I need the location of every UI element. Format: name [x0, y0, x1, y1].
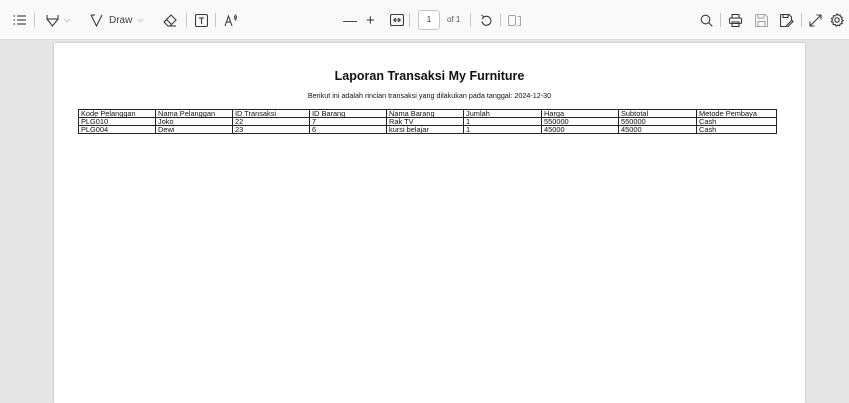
- toolbar-divider: [34, 13, 35, 27]
- toolbar-divider: [720, 13, 721, 27]
- save-button[interactable]: [755, 0, 768, 40]
- report-subtitle: Berikut ini adalah rincian transaksi yan…: [307, 91, 552, 100]
- text-box-icon: [195, 13, 208, 27]
- transactions-table: Kode Pelanggan Nama Pelanggan ID Transak…: [78, 109, 777, 134]
- chevron-down-icon: ⌵: [64, 15, 71, 24]
- column-header: Nama Pelanggan: [155, 109, 233, 118]
- table-cell: 23: [232, 125, 310, 134]
- fullscreen-button[interactable]: [809, 0, 822, 40]
- draw-button[interactable]: Draw ⌵: [90, 0, 143, 40]
- toolbar-divider: [470, 13, 471, 27]
- column-header: ID Transaksi: [232, 109, 310, 118]
- two-page-view-button[interactable]: [508, 0, 521, 40]
- eraser-icon: [163, 13, 177, 27]
- page-number-input[interactable]: 1: [418, 10, 440, 30]
- read-aloud-button[interactable]: [224, 0, 238, 40]
- table-cell: 6: [309, 125, 387, 134]
- table-header-row: Kode Pelanggan Nama Pelanggan ID Transak…: [78, 109, 777, 118]
- draw-pen-icon: [90, 13, 103, 27]
- rotate-button[interactable]: [480, 0, 493, 40]
- pdf-toolbar: ⌵ Draw ⌵ — + 1 of 1: [0, 0, 849, 40]
- gear-icon: [830, 13, 844, 27]
- expand-icon: [809, 13, 822, 27]
- column-header: Metode Pembaya: [696, 109, 777, 118]
- table-cell: Rak TV: [386, 117, 464, 126]
- save-icon: [755, 13, 768, 27]
- text-box-button[interactable]: [195, 0, 208, 40]
- print-button[interactable]: [729, 0, 742, 40]
- print-icon: [729, 13, 742, 27]
- table-cell: 550000: [541, 117, 619, 126]
- read-aloud-icon: [224, 13, 238, 26]
- table-cell: 45000: [541, 125, 619, 134]
- table-row: PLG010 Joko 22 7 Rak TV 1 550000 550000 …: [78, 117, 777, 126]
- table-cell: PLG004: [78, 125, 156, 134]
- chevron-down-icon: ⌵: [137, 15, 144, 24]
- search-icon: [700, 14, 713, 27]
- table-cell: 22: [232, 117, 310, 126]
- toolbar-divider: [186, 13, 187, 27]
- table-cell: kursi belajar: [386, 125, 464, 134]
- column-header: ID Barang: [309, 109, 387, 118]
- table-cell: 1: [463, 117, 542, 126]
- search-button[interactable]: [700, 0, 713, 40]
- zoom-out-button[interactable]: —: [343, 0, 357, 40]
- toolbar-divider: [215, 13, 216, 27]
- table-cell: Cash: [696, 125, 777, 134]
- column-header: Nama Barang: [386, 109, 464, 118]
- column-header: Kode Pelanggan: [78, 109, 156, 118]
- fit-to-page-icon: [390, 14, 404, 26]
- rotate-icon: [481, 14, 492, 26]
- toolbar-divider: [500, 13, 501, 27]
- column-header: Subtotal: [618, 109, 697, 118]
- table-cell: Joko: [155, 117, 233, 126]
- save-as-button[interactable]: [780, 0, 794, 40]
- draw-label: Draw: [109, 14, 133, 26]
- table-row: PLG004 Dewi 23 6 kursi belajar 1 45000 4…: [78, 125, 777, 134]
- zoom-in-button[interactable]: +: [366, 0, 375, 40]
- eraser-button[interactable]: [163, 0, 177, 40]
- contents-icon[interactable]: [13, 0, 27, 40]
- save-as-icon: [780, 13, 794, 27]
- table-cell: PLG010: [78, 117, 156, 126]
- report-title: Laporan Transaksi My Furniture: [334, 69, 525, 83]
- toolbar-divider: [409, 13, 410, 27]
- table-cell: 1: [463, 125, 542, 134]
- table-cell: 7: [309, 117, 387, 126]
- column-header: Harga: [541, 109, 619, 118]
- table-cell: 550000: [618, 117, 697, 126]
- table-cell: Cash: [696, 117, 777, 126]
- highlighter-icon: [46, 14, 59, 27]
- settings-button[interactable]: [830, 0, 844, 40]
- page-view-icon: [508, 14, 521, 26]
- page-total-label: of 1: [447, 15, 461, 24]
- column-header: Jumlah: [463, 109, 542, 118]
- table-cell: Dewi: [155, 125, 233, 134]
- fit-page-button[interactable]: [390, 0, 404, 40]
- table-cell: 45000: [618, 125, 697, 134]
- highlight-button[interactable]: ⌵: [46, 0, 70, 40]
- toolbar-divider: [801, 13, 802, 27]
- pdf-page: Laporan Transaksi My Furniture Berikut i…: [54, 43, 805, 403]
